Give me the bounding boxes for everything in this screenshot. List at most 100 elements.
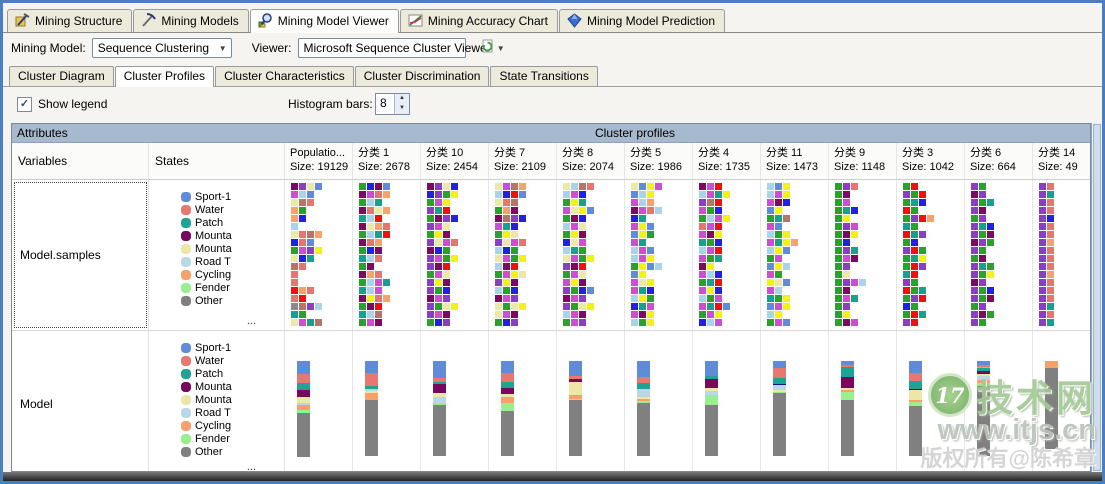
state-square [1039,303,1046,310]
tab-mining-model-viewer[interactable]: Mining Model Viewer [250,9,399,33]
legend-item: Mounta [181,380,284,393]
mining-model-viewer-window: Mining Structure Mining Models Mining Mo… [0,0,1105,484]
state-square [1039,191,1046,198]
cluster-column-header[interactable]: 分类 6Size: 664 [965,143,1033,179]
sequence-strip-row [353,239,420,247]
cluster-column-header[interactable]: 分类 8Size: 2074 [557,143,625,179]
state-square [1039,311,1046,318]
state-square [563,303,570,310]
state-square [563,319,570,326]
bar-segment-other [569,400,582,456]
show-legend-checkbox[interactable]: ✓ [17,97,32,112]
cluster-name: Populatio... [290,146,352,160]
spinner-up-icon[interactable]: ▲ [395,94,409,104]
state-square [971,263,978,270]
variable-cell-model-samples[interactable]: Model.samples [12,180,149,330]
cluster-column-header[interactable]: 分类 9Size: 1148 [829,143,897,179]
state-square [843,183,850,190]
state-square [979,223,986,230]
tab-state-transitions[interactable]: State Transitions [490,66,597,86]
bar-segment-other [773,393,786,456]
tab-mining-accuracy-chart[interactable]: Mining Accuracy Chart [400,9,558,32]
legend-item: Cycling [181,268,284,281]
state-square [375,287,382,294]
state-square [443,271,450,278]
sequence-strip-row [829,239,896,247]
cluster-column-header[interactable]: 分类 4Size: 1735 [693,143,761,179]
sequence-strip-row [625,255,692,263]
cluster-column-header[interactable]: 分类 1Size: 2678 [353,143,421,179]
state-square [359,287,366,294]
state-square [851,223,858,230]
state-square [579,231,586,238]
state-square [443,279,450,286]
sequence-strip-row [625,215,692,223]
state-square [435,279,442,286]
bar-segment-cycling [365,393,378,400]
bar-segment-other [433,405,446,456]
state-square [579,215,586,222]
table-row-model-samples[interactable]: Model.samples Sport-1WaterPatchMountaMou… [12,180,1090,330]
states-column-header[interactable]: States [149,143,285,179]
state-square [775,303,782,310]
variables-column-header[interactable]: Variables [12,143,149,179]
tab-cluster-diagram[interactable]: Cluster Diagram [9,66,114,86]
variable-cell-model[interactable]: Model [12,331,149,472]
legend-more-ellipsis: ... [247,461,256,472]
bar-segment-other [365,400,378,456]
state-square [631,215,638,222]
state-square [587,183,594,190]
state-square [971,231,978,238]
cluster-column-header[interactable]: Populatio...Size: 19129 [285,143,353,179]
cluster-column-header[interactable]: 分类 7Size: 2109 [489,143,557,179]
states-cell-model-samples[interactable]: Sport-1WaterPatchMountaMountaRoad TCycli… [149,180,285,330]
refresh-button[interactable] [478,38,498,58]
sequence-strip-row [557,239,624,247]
state-square [427,231,434,238]
tab-cluster-profiles[interactable]: Cluster Profiles [115,66,214,87]
state-square [639,191,646,198]
states-cell-model[interactable]: Sport-1WaterPatchMountaMountaRoad TCycli… [149,331,285,472]
tab-mining-models[interactable]: Mining Models [133,9,248,32]
sequence-strip-row [1033,215,1090,223]
state-square [359,191,366,198]
vertical-scrollbar[interactable] [1091,123,1102,472]
tab-mining-model-prediction[interactable]: Mining Model Prediction [559,9,725,32]
bar-segment-sport [501,361,514,373]
cluster-column-header[interactable]: 分类 3Size: 1042 [897,143,965,179]
tab-mining-structure[interactable]: Mining Structure [7,9,132,32]
vertical-scrollbar-thumb[interactable] [1093,124,1101,471]
tab-cluster-characteristics[interactable]: Cluster Characteristics [215,66,354,86]
state-square [835,247,842,254]
cluster-column-header[interactable]: 分类 5Size: 1986 [625,143,693,179]
state-square [571,271,578,278]
state-square [367,295,374,302]
sequence-strip-row [1033,279,1090,287]
horizontal-scrollbar[interactable] [3,472,1102,481]
state-square [783,319,790,326]
state-square [451,239,458,246]
spinner-down-icon[interactable]: ▼ [395,104,409,114]
cluster-column-header[interactable]: 分类 10Size: 2454 [421,143,489,179]
legend-color-swatch [181,356,191,366]
state-square [1047,263,1054,270]
sequence-strip-row [1033,199,1090,207]
state-square [843,215,850,222]
cluster-column-header[interactable]: 分类 11Size: 1473 [761,143,829,179]
sequence-strip-row [421,239,488,247]
state-square [835,287,842,294]
tab-cluster-discrimination[interactable]: Cluster Discrimination [355,66,490,86]
state-square [843,191,850,198]
bar-segment-fender [705,395,718,405]
table-row-model[interactable]: Model Sport-1WaterPatchMountaMountaRoad … [12,330,1090,472]
state-square [707,295,714,302]
viewer-select[interactable]: Microsoft Sequence Cluster Viewer ▼ [298,38,466,58]
state-square [699,199,706,206]
histogram-bars-spinner[interactable]: 8 ▲▼ [375,93,410,115]
state-square [503,207,510,214]
state-square [503,231,510,238]
state-square [1047,191,1054,198]
mining-model-select[interactable]: Sequence Clustering ▼ [92,38,232,58]
state-square [699,255,706,262]
cluster-column-header[interactable]: 分类 14Size: 49 [1033,143,1090,179]
